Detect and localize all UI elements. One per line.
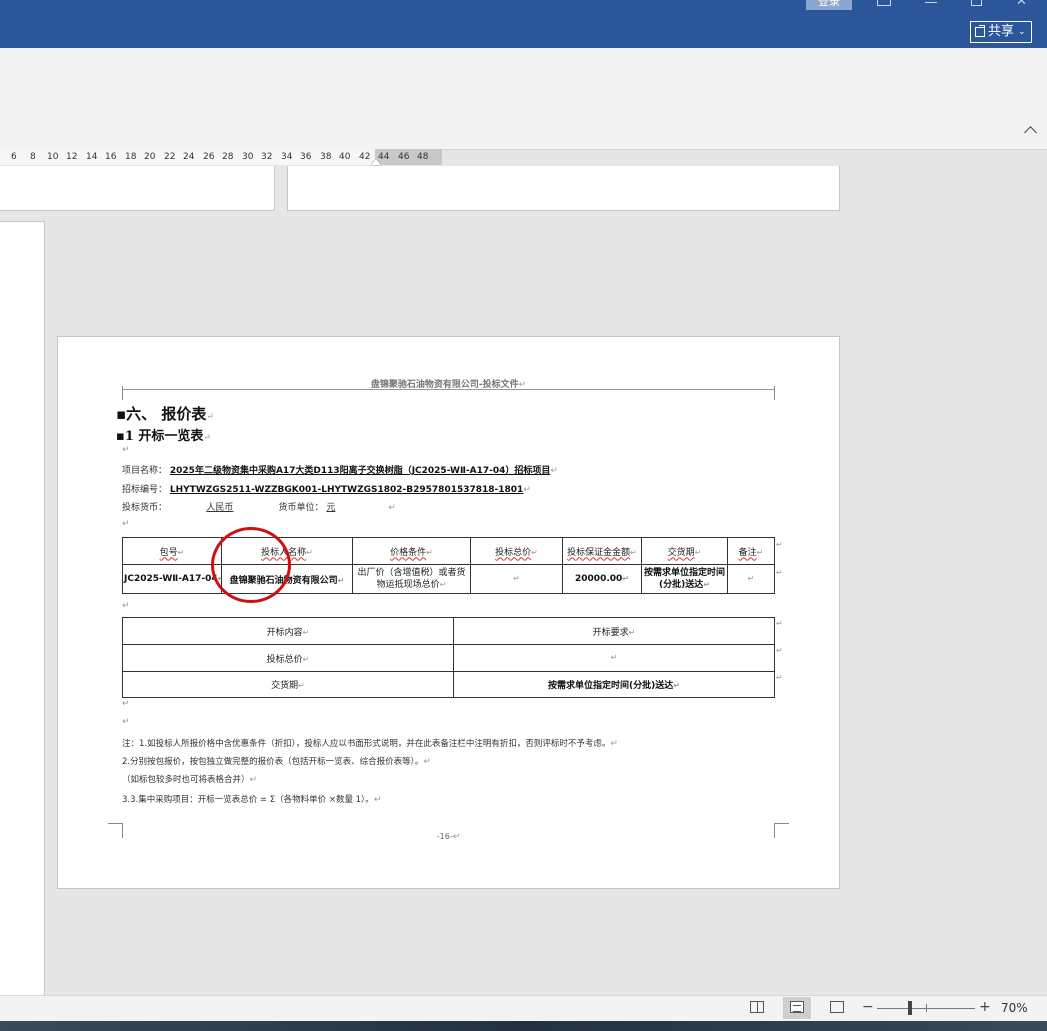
ruler-tick: 18	[125, 152, 137, 162]
zoom-in-button[interactable]: +	[979, 999, 991, 1015]
ruler-tick: 28	[222, 152, 234, 162]
ruler-tick: 8	[30, 152, 36, 162]
margin-corner	[774, 386, 789, 400]
ruler-tick: 24	[183, 152, 195, 162]
project-name-line: 项目名称： 2025年二级物资集中采购A17大类D113阳离子交换树脂（JC20…	[122, 466, 558, 476]
indent-marker[interactable]	[371, 159, 381, 165]
zoom-slider-center-tick	[926, 1004, 927, 1012]
currency-line: 投标货币： 人民币 货币单位： 元 ↵	[122, 500, 396, 513]
close-icon[interactable]: ✕	[1016, 0, 1027, 9]
zoom-level[interactable]: 70%	[1001, 1001, 1028, 1015]
page-thumbnail	[0, 221, 45, 995]
table-cell[interactable]: 开标要求↵	[453, 617, 775, 645]
total-price-cell[interactable]: ↵	[470, 564, 563, 594]
ruler-tick: 14	[86, 152, 98, 162]
header-cell: 投标总价↵	[470, 537, 563, 565]
subsection-title: ▪1 开标一览表↵	[116, 429, 211, 444]
note-4: 3.3.集中采购项目：开标一览表总价 = Σ（各物料单价 ×数量 1）。↵	[122, 795, 382, 805]
ruler-tick: 36	[300, 152, 312, 162]
project-name: 2025年二级物资集中采购A17大类D113阳离子交换树脂（JC2025-WⅡ-…	[169, 466, 551, 476]
currency-value: 人民币	[206, 503, 234, 513]
ribbon	[0, 48, 1047, 150]
table-row: 交货期↵ 按需求单位指定时间(分批)送达↵	[122, 671, 775, 698]
print-layout-icon[interactable]	[790, 1001, 804, 1013]
row-end-mark: ↵	[776, 673, 783, 682]
ruler-tick: 12	[66, 152, 78, 162]
ruler-tick: 20	[144, 152, 156, 162]
ruler-tick: 16	[105, 152, 117, 162]
empty-paragraph: ↵	[122, 445, 130, 455]
status-bar: − + 70%	[0, 995, 1047, 1022]
document-page[interactable]: 盘锦聚驰石油物资有限公司-投标文件↵ ▪六、 报价表↵ ▪1 开标一览表↵ ↵ …	[57, 336, 840, 889]
header-cell: 包号↵	[122, 537, 222, 565]
header-cell: 备注↵	[727, 537, 775, 565]
ruler-tick: 26	[203, 152, 215, 162]
chevron-down-icon: ⌄	[1018, 27, 1026, 37]
margin-corner	[108, 386, 123, 400]
web-layout-icon[interactable]	[830, 1001, 844, 1013]
restore-icon[interactable]	[971, 0, 982, 6]
taskbar	[0, 1021, 1047, 1031]
table-cell[interactable]: ↵	[453, 644, 775, 672]
header-cell: 价格条件↵	[352, 537, 471, 565]
table-cell[interactable]: 投标总价↵	[122, 644, 454, 672]
unit-value: 元	[326, 503, 336, 513]
red-circle-annotation	[211, 527, 291, 603]
table-cell[interactable]: 交货期↵	[122, 671, 454, 698]
ruler-tick: 46	[398, 152, 410, 162]
header-cell: 投标保证金金额↵	[562, 537, 642, 565]
note-2: 2.分别按包报价，按包独立做完整的报价表（包括开标一览表、综合报价表等）。↵	[122, 757, 431, 767]
opening-requirements-table[interactable]: 开标内容↵ 开标要求↵ 投标总价↵ ↵ 交货期↵ 按需求单位指定时间(分批)送达…	[122, 617, 775, 698]
page-thumbnail	[0, 166, 275, 211]
empty-paragraph: ↵	[122, 519, 130, 529]
table-row: 投标总价↵ ↵	[122, 644, 775, 672]
empty-paragraph: ↵	[122, 601, 130, 611]
price-terms-cell[interactable]: 出厂价（含增值税）或者货物运抵现场总价↵	[352, 564, 471, 594]
share-label: 共享	[988, 24, 1015, 39]
row-end-mark: ↵	[776, 619, 783, 628]
empty-paragraph: ↵	[122, 699, 130, 709]
title-bar: 登录 ✕ 共享 ⌄	[0, 0, 1047, 48]
share-icon	[975, 25, 985, 37]
note-3: （如标包较多时也可将表格合并）↵	[122, 775, 258, 785]
empty-paragraph: ↵	[122, 717, 130, 727]
share-button[interactable]: 共享 ⌄	[970, 21, 1032, 43]
deposit-cell[interactable]: 20000.00↵	[562, 564, 642, 594]
ruler-tick: 10	[47, 152, 59, 162]
header-rule	[122, 389, 774, 390]
login-button[interactable]: 登录	[806, 0, 852, 10]
page-thumbnail	[287, 166, 840, 211]
remarks-cell[interactable]: ↵	[727, 564, 775, 594]
ruler-tick: 42	[359, 152, 371, 162]
document-canvas[interactable]: 盘锦聚驰石油物资有限公司-投标文件↵ ▪六、 报价表↵ ▪1 开标一览表↵ ↵ …	[0, 166, 1047, 995]
ruler-tick: 40	[339, 152, 351, 162]
bid-number-line: 招标编号： LHYTWZGS2511-WZZBGK001-LHYTWZGS180…	[122, 485, 531, 495]
delivery-cell[interactable]: 按需求单位指定时间(分批)送达↵	[641, 564, 728, 594]
ruler-tick: 30	[242, 152, 254, 162]
ruler-tick: 32	[261, 152, 273, 162]
ruler-tick: 6	[11, 152, 17, 162]
bid-number: LHYTWZGS2511-WZZBGK001-LHYTWZGS1802-B295…	[169, 485, 524, 495]
read-mode-icon[interactable]	[750, 1001, 764, 1013]
row-end-mark: ↵	[776, 568, 783, 577]
header-cell: 交货期↵	[641, 537, 728, 565]
ribbon-display-options-icon[interactable]	[877, 0, 891, 6]
page-number: -16-↵	[436, 832, 461, 842]
note-1: 注：1.如投标人所报价格中含优惠条件（折扣），投标人应以书面形式说明，并在此表备…	[122, 739, 618, 749]
table-cell[interactable]: 按需求单位指定时间(分批)送达↵	[453, 671, 775, 698]
row-end-mark: ↵	[776, 540, 783, 549]
zoom-out-button[interactable]: −	[862, 999, 874, 1015]
row-end-mark: ↵	[776, 646, 783, 655]
ruler-tick: 38	[320, 152, 332, 162]
package-cell[interactable]: JC2025-WⅡ-A17-04↵	[122, 564, 222, 594]
section-title: ▪六、 报价表↵	[116, 405, 214, 423]
table-cell[interactable]: 开标内容↵	[122, 617, 454, 645]
ruler-tick: 34	[281, 152, 293, 162]
ruler-tick: 22	[164, 152, 176, 162]
minimize-icon[interactable]	[925, 2, 937, 3]
ruler-tick: 48	[417, 152, 429, 162]
zoom-slider-thumb[interactable]	[908, 1001, 912, 1015]
table-row: 开标内容↵ 开标要求↵	[122, 617, 775, 645]
